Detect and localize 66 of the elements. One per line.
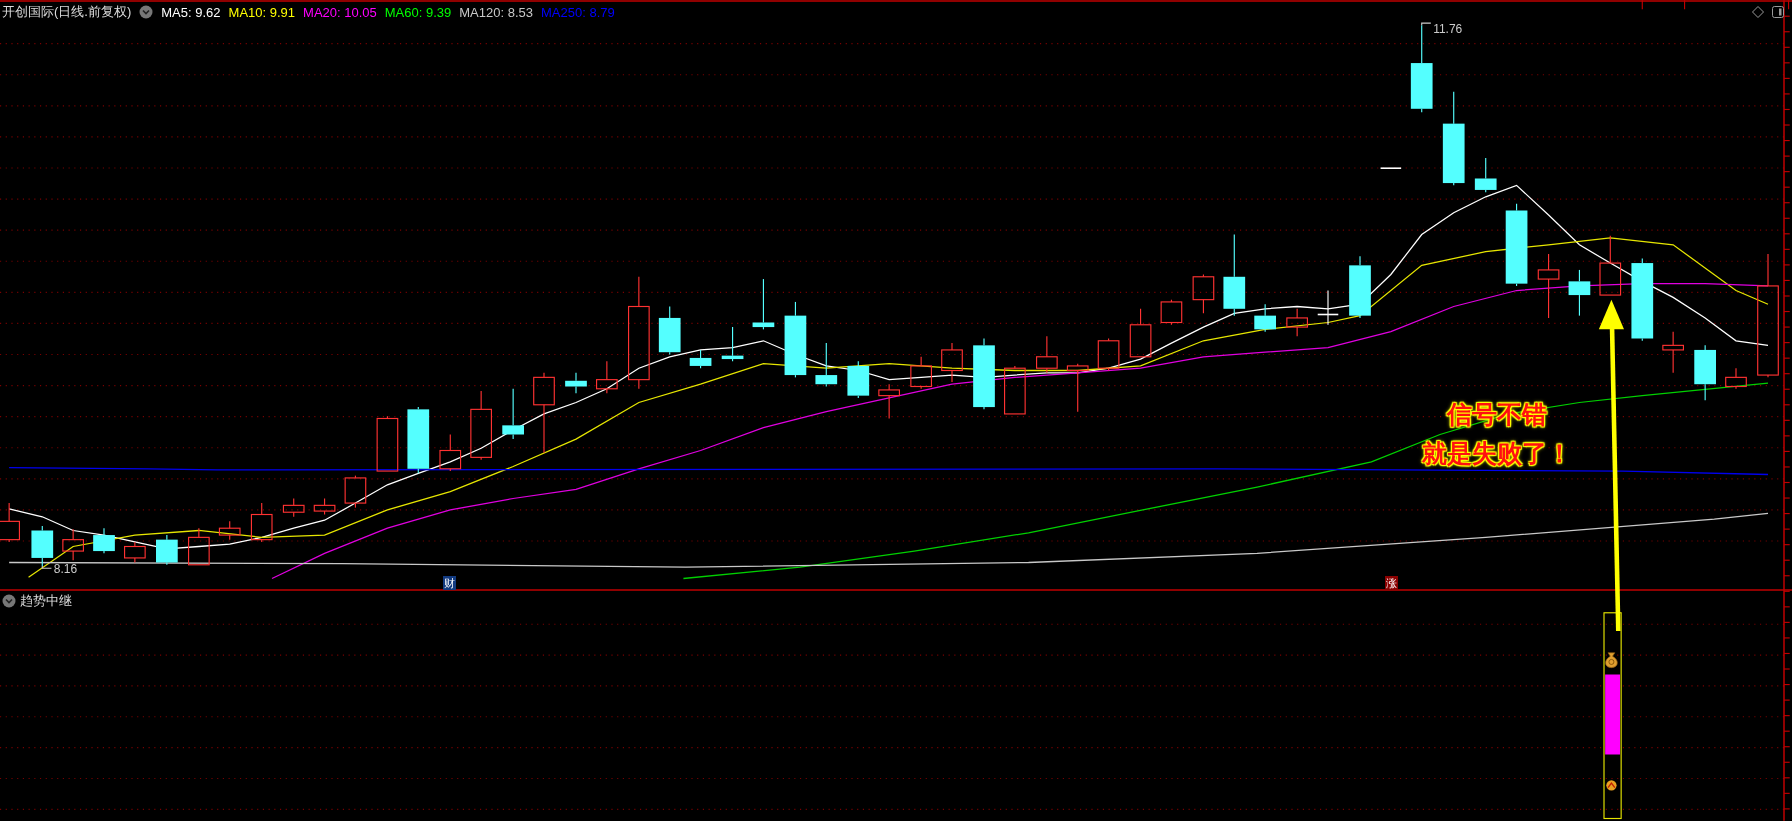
moving-average-value: MA250: 8.79 xyxy=(541,4,615,20)
moving-average-value: MA5: 9.62 xyxy=(161,4,221,20)
candlestick xyxy=(1004,365,1026,415)
panel-toggle-icon[interactable] xyxy=(1772,6,1784,18)
candlestick xyxy=(658,305,681,356)
candlestick xyxy=(1537,253,1560,319)
money-bag-icon xyxy=(1605,652,1618,668)
candlestick xyxy=(470,390,492,461)
candlestick xyxy=(31,525,54,567)
candlestick xyxy=(1662,331,1684,374)
candlestick xyxy=(1254,303,1276,333)
candlestick xyxy=(1286,308,1308,337)
candlestick xyxy=(878,383,900,420)
candlestick xyxy=(439,433,462,472)
candlestick xyxy=(1474,157,1497,193)
high-price-label: 11.76 xyxy=(1433,21,1463,36)
candlestick xyxy=(1599,235,1622,296)
candlestick xyxy=(376,415,399,472)
candlestick xyxy=(1568,269,1591,317)
candlestick xyxy=(941,342,963,383)
moving-average-value: MA120: 8.53 xyxy=(459,4,533,20)
diamond-icon[interactable] xyxy=(1752,6,1764,18)
collapse-icon[interactable] xyxy=(2,594,16,608)
candlestick xyxy=(1160,299,1183,326)
candlestick xyxy=(156,534,178,566)
event-marker: 财 xyxy=(443,576,457,590)
candlestick xyxy=(1316,289,1340,326)
candlestick xyxy=(847,360,870,399)
candlestick xyxy=(596,360,618,394)
candlestick xyxy=(93,527,115,554)
candlestick xyxy=(1036,335,1058,374)
low-price-label: 8.16 xyxy=(53,562,78,577)
annotation-text: 就是失败了！ xyxy=(1422,438,1572,470)
candlestick xyxy=(407,406,430,474)
candlestick xyxy=(752,278,775,330)
candlestick xyxy=(565,372,587,394)
candlestick xyxy=(1349,255,1371,319)
candlestick xyxy=(815,342,838,388)
candlestick xyxy=(1097,337,1120,372)
candlestick xyxy=(0,502,20,543)
moving-average-value: MA10: 9.91 xyxy=(228,4,296,20)
event-marker: 涨 xyxy=(1385,576,1399,590)
candlestick xyxy=(910,356,932,390)
candlestick xyxy=(250,502,273,543)
candlestick xyxy=(62,528,84,561)
candlestick xyxy=(218,520,241,541)
moving-average-value: MA20: 10.05 xyxy=(303,4,377,20)
candlestick xyxy=(721,326,744,362)
candlestick xyxy=(502,388,524,440)
candlestick xyxy=(1129,308,1152,358)
coin-icon xyxy=(1606,780,1617,791)
candlestick xyxy=(188,527,210,566)
candlestick xyxy=(313,497,336,516)
moving-average-value: MA60: 9.39 xyxy=(384,4,452,20)
candlestick xyxy=(124,541,146,564)
candlestick xyxy=(1379,167,1402,169)
candlestick xyxy=(689,349,712,369)
indicator-title: 趋势中继 xyxy=(20,592,72,610)
collapse-icon[interactable] xyxy=(139,5,154,19)
candlestick xyxy=(282,497,305,518)
stock-title: 开创国际(日线.前复权) xyxy=(2,3,132,21)
candlestick xyxy=(1725,367,1747,390)
candlestick xyxy=(1694,344,1716,401)
candlestick xyxy=(1066,363,1089,413)
candlestick xyxy=(344,475,367,509)
candlestick xyxy=(1192,273,1215,314)
